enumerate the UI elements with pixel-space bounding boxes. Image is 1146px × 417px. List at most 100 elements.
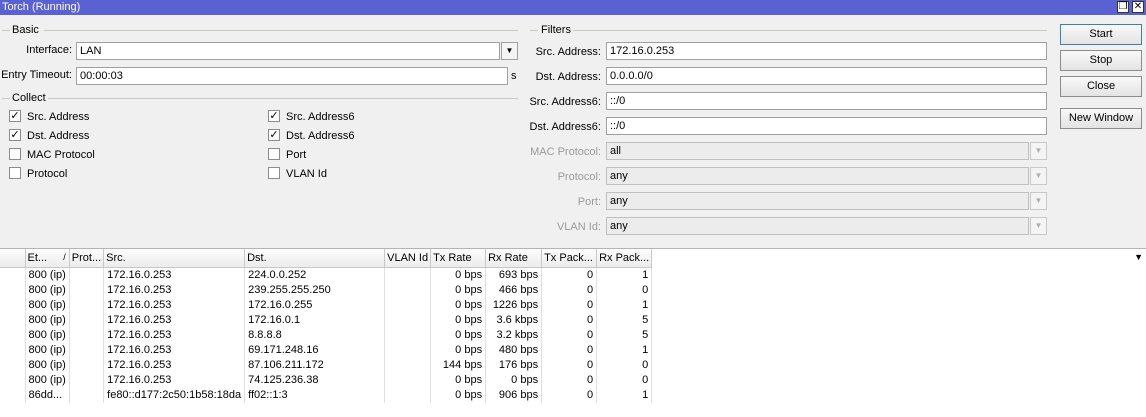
dst-cell: 239.255.255.250 — [244, 282, 386, 298]
tx-packets-cell: 0 — [541, 297, 598, 313]
dst-cell: 172.16.0.1 — [244, 312, 386, 328]
port-field[interactable]: any — [606, 192, 1029, 210]
row-gutter — [0, 357, 26, 373]
vlan-id-cell — [384, 342, 432, 358]
column-header-ethertype[interactable]: Et... / — [25, 249, 70, 268]
rx-packets-cell: 0 — [596, 372, 653, 388]
chevron-down-icon[interactable]: ▼ — [1030, 142, 1047, 160]
stop-button[interactable]: Stop — [1060, 50, 1142, 71]
torch-form: Basic Interface: LAN ▼ Entry Timeout: 00… — [0, 15, 1146, 248]
column-header-rx-rate[interactable]: Rx Rate — [485, 249, 543, 268]
tx-packets-cell: 0 — [541, 267, 598, 283]
table-row[interactable]: 800 (ip) 172.16.0.253 69.171.248.16 0 bps 48… — [0, 342, 653, 358]
column-menu-icon[interactable]: ▼ — [1134, 252, 1143, 262]
filters-group-title: Filters — [541, 24, 571, 36]
protocol-cell — [69, 282, 105, 298]
src-address-field[interactable]: 172.16.0.253 — [606, 42, 1047, 60]
table-row[interactable]: 800 (ip) 172.16.0.253 172.16.0.255 0 bps 122… — [0, 297, 653, 313]
table-row[interactable]: 800 (ip) 172.16.0.253 172.16.0.1 0 bps 3.6 k… — [0, 312, 653, 328]
vlan-id-cell — [384, 267, 432, 283]
chevron-down-icon[interactable]: ▼ — [1030, 167, 1047, 185]
src-address6-field[interactable]: ::/0 — [606, 92, 1047, 110]
tx-rate-cell: 0 bps — [430, 372, 487, 388]
collect-vlan-id-label: VLAN Id — [286, 168, 327, 180]
group-divider — [2, 98, 10, 99]
column-header-tx-rate[interactable]: Tx Rate — [430, 249, 487, 268]
column-header-vlan-id[interactable]: VLAN Id — [384, 249, 432, 268]
ethertype-cell: 800 (ip) — [25, 267, 70, 283]
group-divider — [2, 30, 10, 31]
collect-protocol-checkbox[interactable] — [9, 167, 21, 179]
collect-src-address6-checkbox[interactable]: ✓ — [268, 110, 280, 122]
src-cell: 172.16.0.253 — [103, 312, 246, 328]
collect-port-checkbox[interactable] — [268, 148, 280, 160]
row-gutter — [0, 312, 26, 328]
table-row[interactable]: 800 (ip) 172.16.0.253 87.106.211.172 144 bp… — [0, 357, 653, 373]
vlan-id-cell — [384, 327, 432, 343]
vlan-id-cell — [384, 357, 432, 373]
collect-mac-protocol-checkbox[interactable] — [9, 148, 21, 160]
window-titlebar: Torch (Running) ❐ ✕ — [0, 0, 1146, 15]
tx-rate-cell: 0 bps — [430, 312, 487, 328]
table-row[interactable]: 800 (ip) 172.16.0.253 8.8.8.8 0 bps 3.2 kbps… — [0, 327, 653, 343]
protocol-field[interactable]: any — [606, 167, 1029, 185]
chevron-down-icon[interactable]: ▼ — [501, 42, 518, 60]
rx-packets-cell: 5 — [596, 312, 653, 328]
vlan-id-field[interactable]: any — [606, 217, 1029, 235]
new-window-button[interactable]: New Window — [1060, 108, 1142, 129]
protocol-cell — [69, 267, 105, 283]
dst-address-field[interactable]: 0.0.0.0/0 — [606, 67, 1047, 85]
collect-dst-address6-checkbox[interactable]: ✓ — [268, 129, 280, 141]
dst-cell: 74.125.236.38 — [244, 372, 386, 388]
vlan-id-cell — [384, 312, 432, 328]
dst-cell: 69.171.248.16 — [244, 342, 386, 358]
ethertype-cell: 800 (ip) — [25, 372, 70, 388]
chevron-down-icon[interactable]: ▼ — [1030, 217, 1047, 235]
vlan-id-cell — [384, 387, 432, 403]
column-header-tx-packets[interactable]: Tx Pack... — [541, 249, 598, 268]
entry-timeout-field[interactable]: 00:00:03 — [76, 67, 508, 85]
table-row[interactable]: 86dd... fe80::d177:2c50:1b58:18da ff02::1:… — [0, 387, 653, 403]
collect-src-address6-label: Src. Address6 — [286, 111, 355, 123]
results-grid: Et... / Prot... Src. Dst. VLAN Id Tx Rat… — [0, 249, 653, 403]
column-header-protocol[interactable]: Prot... — [69, 249, 105, 268]
interface-field[interactable]: LAN — [76, 42, 500, 60]
collect-vlan-id-checkbox[interactable] — [268, 167, 280, 179]
dst-address6-label: Dst. Address6: — [529, 121, 601, 133]
table-row[interactable]: 800 (ip) 172.16.0.253 224.0.0.252 0 bps 693 … — [0, 267, 653, 283]
row-gutter-header — [0, 249, 26, 268]
rx-packets-cell: 1 — [596, 387, 653, 403]
collect-src-address-checkbox[interactable]: ✓ — [9, 110, 21, 122]
dst-cell: 224.0.0.252 — [244, 267, 386, 283]
dst-address6-field[interactable]: ::/0 — [606, 117, 1047, 135]
rx-packets-cell: 0 — [596, 282, 653, 298]
protocol-cell — [69, 297, 105, 313]
table-row[interactable]: 800 (ip) 172.16.0.253 74.125.236.38 0 bps 0 … — [0, 372, 653, 388]
dst-address-label: Dst. Address: — [535, 71, 601, 83]
close-button[interactable]: Close — [1060, 76, 1142, 97]
vlan-id-cell — [384, 297, 432, 313]
interface-label: Interface: — [26, 44, 72, 56]
table-row[interactable]: 800 (ip) 172.16.0.253 239.255.255.250 0 bps… — [0, 282, 653, 298]
mac-protocol-field[interactable]: all — [606, 142, 1029, 160]
close-icon[interactable]: ✕ — [1132, 1, 1144, 13]
column-header-rx-packets[interactable]: Rx Pack... — [596, 249, 653, 268]
collect-dst-address-checkbox[interactable]: ✓ — [9, 129, 21, 141]
chevron-down-icon[interactable]: ▼ — [1030, 192, 1047, 210]
restore-icon[interactable]: ❐ — [1117, 1, 1129, 13]
column-header-src[interactable]: Src. — [103, 249, 246, 268]
rx-packets-cell: 1 — [596, 267, 653, 283]
protocol-cell — [69, 372, 105, 388]
column-header-dst[interactable]: Dst. — [244, 249, 386, 268]
mac-protocol-label: MAC Protocol: — [530, 146, 601, 158]
vlan-id-cell — [384, 282, 432, 298]
src-address-label: Src. Address: — [535, 46, 601, 58]
src-cell: fe80::d177:2c50:1b58:18da — [103, 387, 246, 403]
tx-rate-cell: 0 bps — [430, 282, 487, 298]
group-divider — [573, 30, 1047, 31]
row-gutter — [0, 327, 26, 343]
ethertype-cell: 800 (ip) — [25, 297, 70, 313]
collect-src-address-label: Src. Address — [27, 111, 90, 123]
collect-dst-address6-label: Dst. Address6 — [286, 130, 355, 142]
start-button[interactable]: Start — [1060, 24, 1142, 45]
